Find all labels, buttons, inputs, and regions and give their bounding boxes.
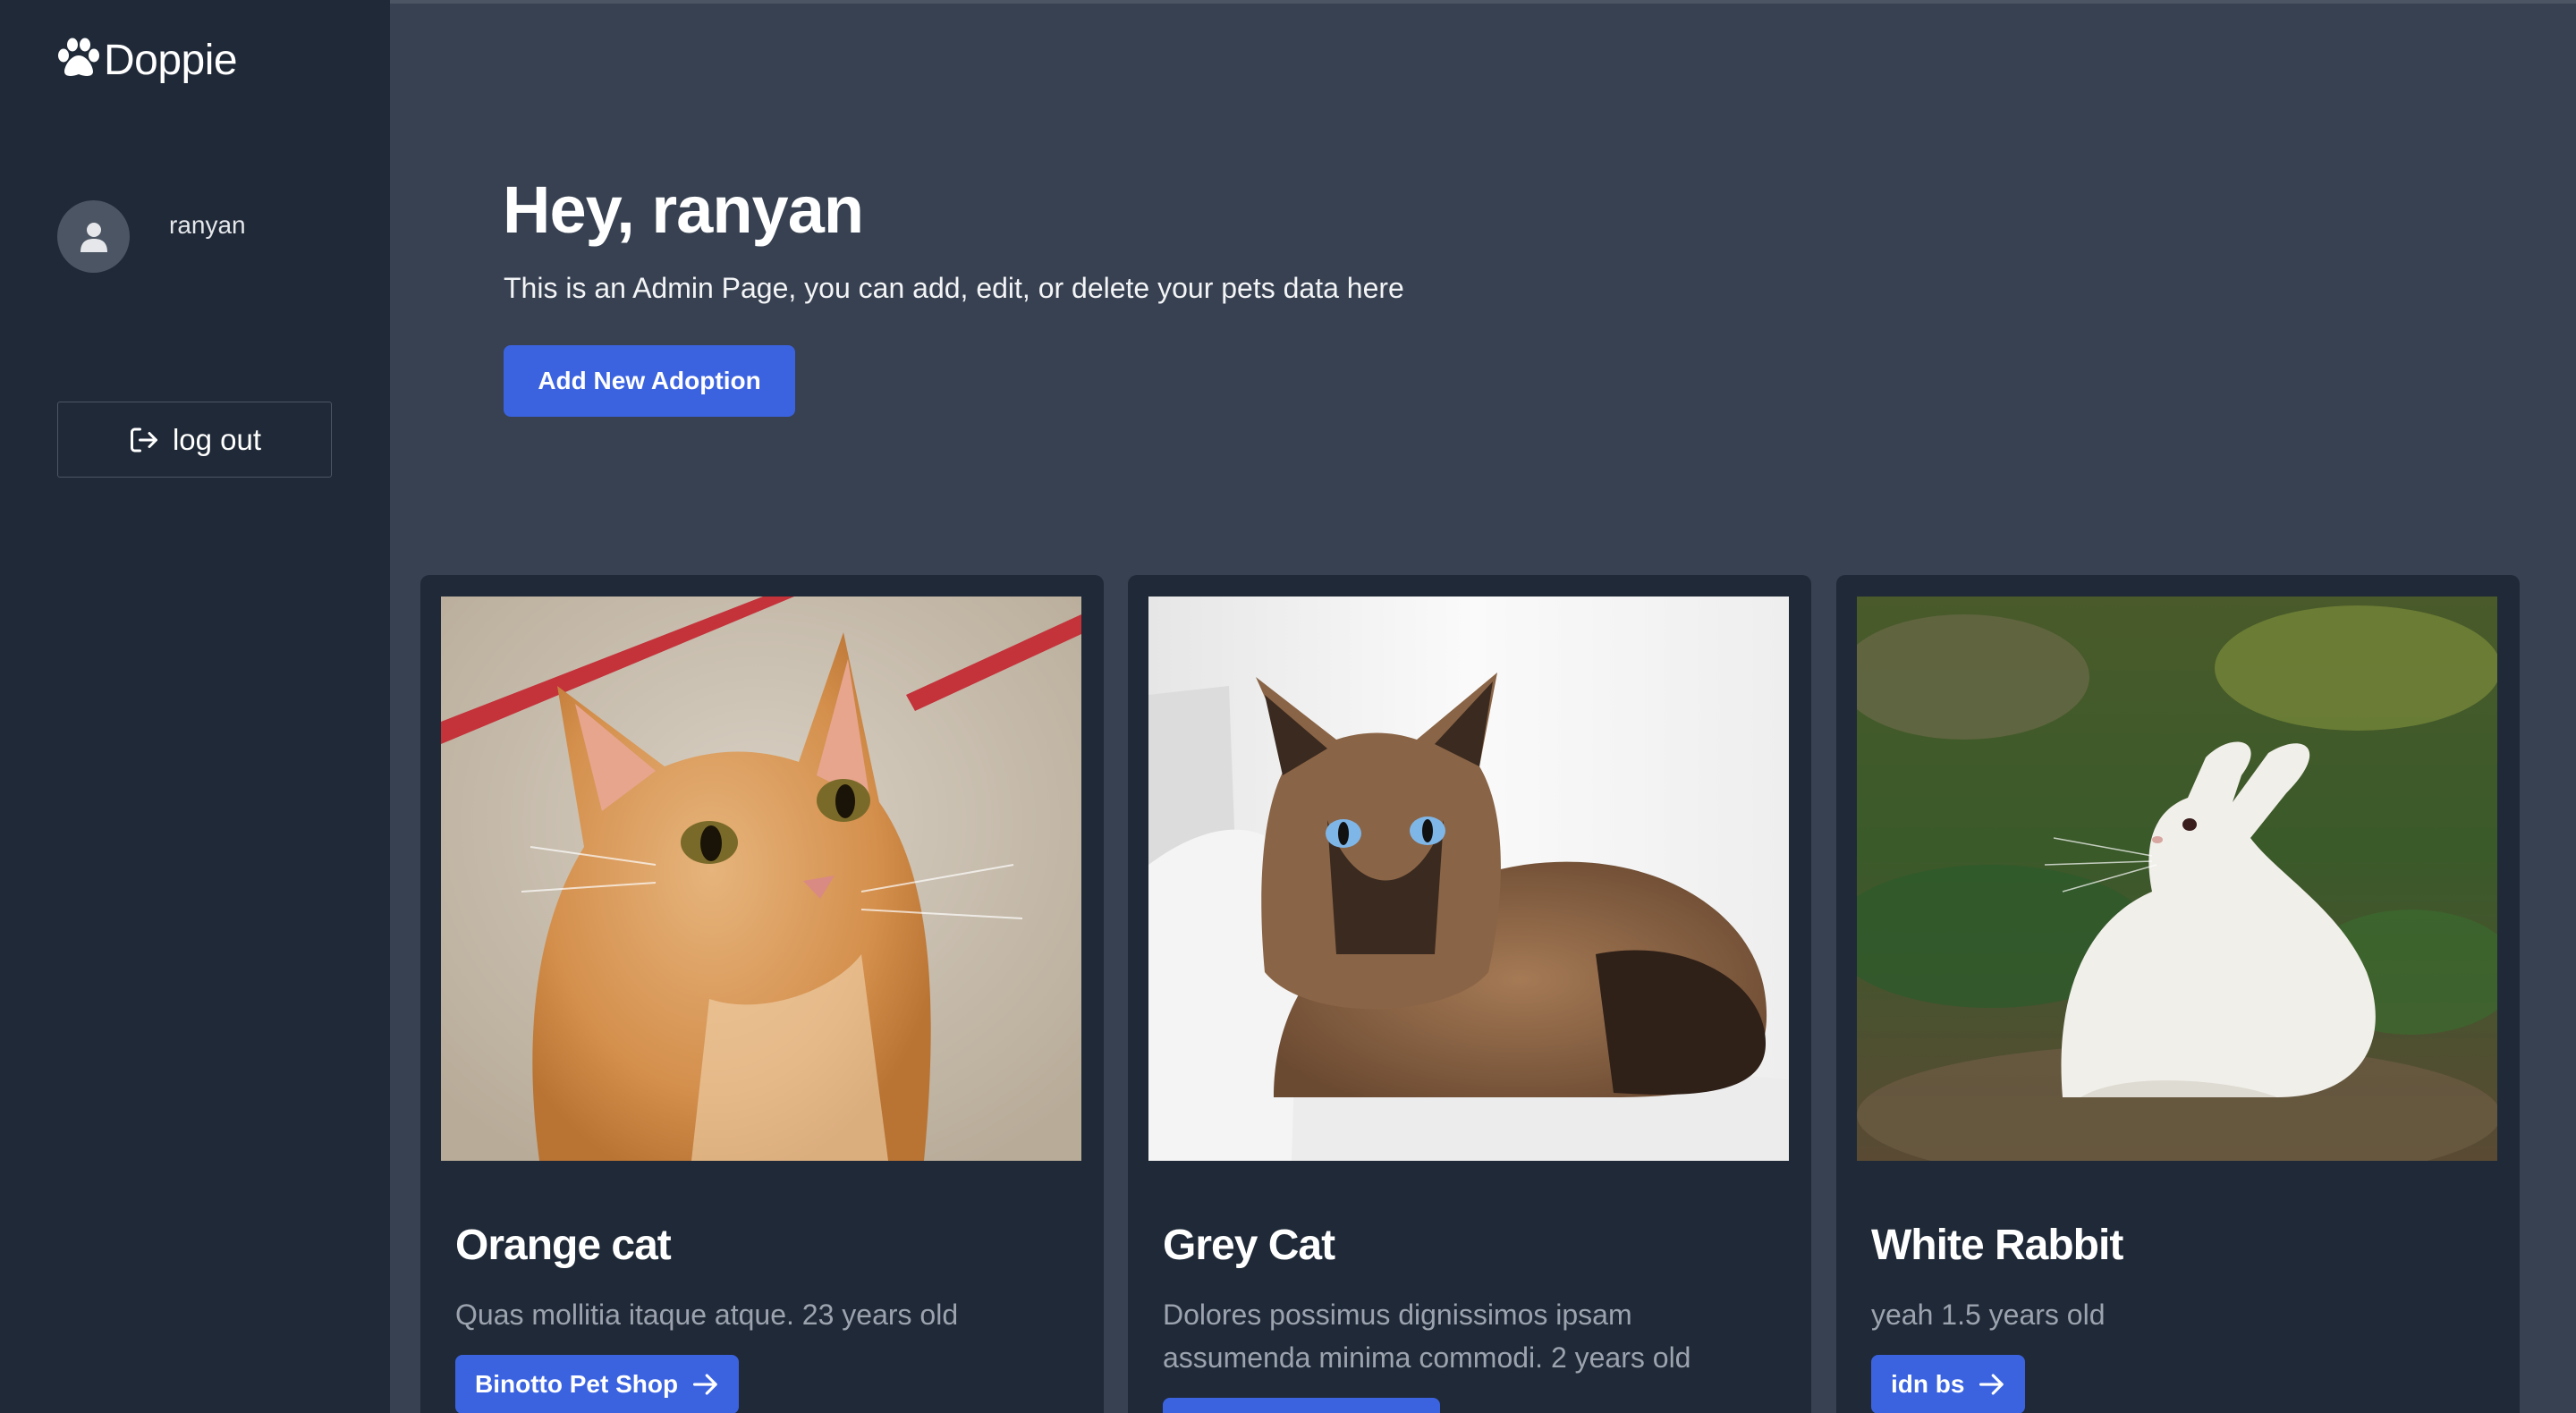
pet-description: Dolores possimus dignissimos ipsam assum… [1163, 1299, 1691, 1374]
page-title: Hey, ranyan [503, 173, 864, 247]
user-profile: ranyan [57, 200, 246, 273]
pet-image-orange-cat[interactable] [441, 597, 1081, 1161]
pet-shop-button[interactable]: Binotto Pet Shop [455, 1355, 740, 1413]
arrow-right-icon [693, 1374, 717, 1395]
pet-card: Grey Cat Dolores possimus dignissimos ip… [1128, 575, 1811, 1413]
pet-name: White Rabbit [1871, 1222, 2123, 1269]
arrow-right-icon [1979, 1374, 2004, 1395]
paw-icon [55, 38, 102, 83]
sidebar: Doppie ranyan log out [0, 0, 390, 1413]
page-subtitle: This is an Admin Page, you can add, edit… [504, 272, 1404, 304]
pet-description: Quas mollitia itaque atque. 23 years old [455, 1299, 959, 1331]
pet-shop-button[interactable] [1163, 1398, 1440, 1413]
pet-description: yeah 1.5 years old [1871, 1299, 2106, 1331]
pet-name: Orange cat [455, 1222, 672, 1269]
pet-card: Orange cat Quas mollitia itaque atque. 2… [420, 575, 1104, 1413]
pet-card: White Rabbit yeah 1.5 years old idn bs [1836, 575, 2520, 1413]
username: ranyan [169, 211, 246, 239]
app-name: Doppie [104, 37, 238, 84]
pet-shop-label: idn bs [1891, 1370, 1965, 1398]
pet-image-white-rabbit[interactable] [1857, 597, 2497, 1161]
logo[interactable]: Doppie [55, 36, 238, 85]
logout-button[interactable]: log out [57, 402, 332, 478]
add-adoption-button[interactable]: Add New Adoption [504, 345, 795, 417]
pet-shop-label: Binotto Pet Shop [475, 1370, 679, 1398]
user-icon [80, 222, 107, 252]
logout-label: log out [172, 422, 262, 456]
logout-icon [130, 427, 157, 452]
pet-image-grey-cat[interactable] [1148, 597, 1789, 1161]
avatar [57, 200, 130, 273]
pet-shop-button[interactable]: idn bs [1871, 1355, 2026, 1413]
pet-name: Grey Cat [1163, 1222, 1335, 1269]
